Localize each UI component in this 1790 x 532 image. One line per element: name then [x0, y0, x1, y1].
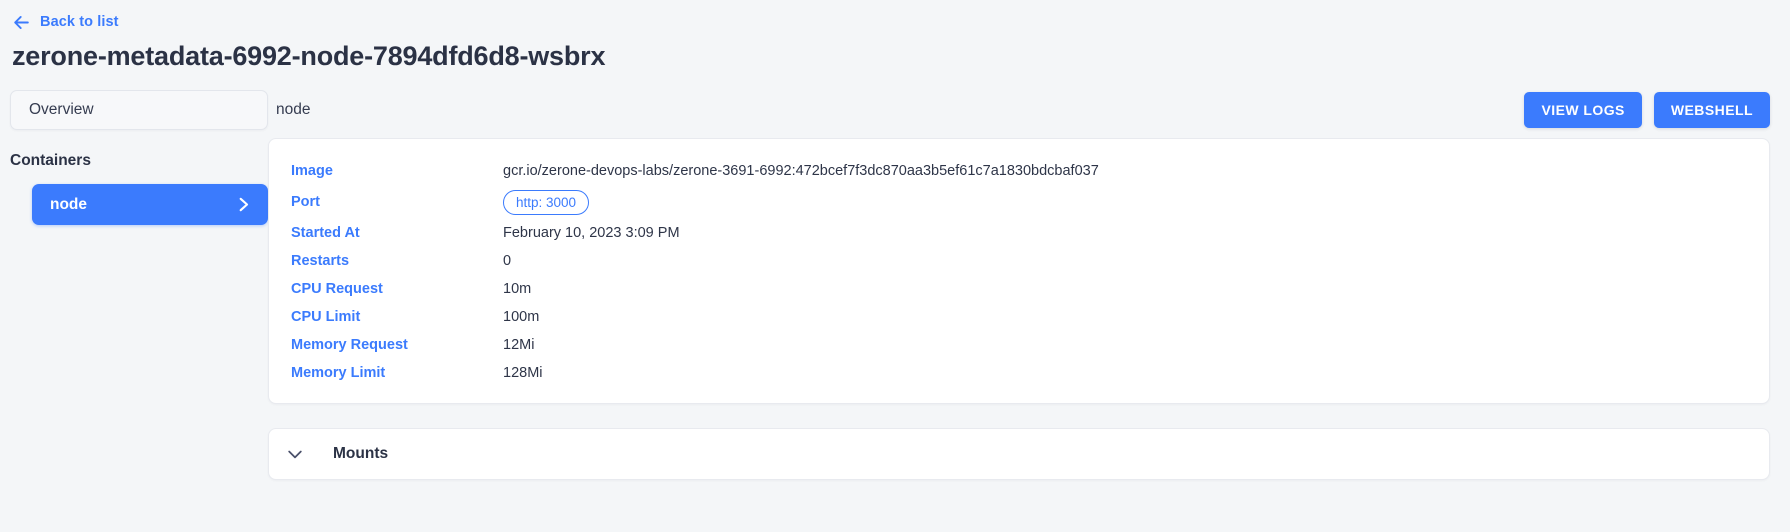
container-item-label: node [50, 195, 88, 213]
port-chip[interactable]: http: 3000 [503, 189, 590, 215]
view-logs-button[interactable]: VIEW LOGS [1524, 92, 1642, 129]
container-list: node [10, 184, 268, 226]
sidebar-item-node[interactable]: node [32, 184, 268, 226]
detail-value-restarts: 0 [503, 253, 512, 270]
chevron-down-icon[interactable] [285, 444, 305, 464]
detail-key: Started At [291, 225, 360, 242]
detail-key: Image [291, 163, 333, 180]
detail-value-started-at: February 10, 2023 3:09 PM [503, 225, 680, 242]
detail-value-cpu-request: 10m [503, 281, 532, 298]
arrow-left-icon [12, 13, 31, 32]
back-to-list-label: Back to list [40, 14, 119, 30]
back-to-list-link[interactable]: Back to list [12, 13, 119, 32]
header-actions: VIEW LOGS WEBSHELL [1524, 92, 1770, 129]
detail-key: Port [291, 194, 320, 211]
detail-row-port: Port http: 3000 [269, 185, 1769, 219]
detail-key: CPU Request [291, 281, 383, 298]
container-details-card: Image gcr.io/zerone-devops-labs/zerone-3… [268, 138, 1770, 405]
detail-key: Memory Limit [291, 365, 386, 382]
back-bar: Back to list [0, 0, 1790, 34]
content-title: node [276, 101, 311, 119]
detail-row-cpu-request: CPU Request 10m [269, 275, 1769, 303]
detail-row-restarts: Restarts 0 [269, 247, 1769, 275]
detail-value-cpu-limit: 100m [503, 309, 540, 326]
content-header: node VIEW LOGS WEBSHELL [268, 90, 1770, 130]
detail-key: Memory Request [291, 337, 408, 354]
overview-tab-label: Overview [29, 101, 94, 119]
detail-row-memory-request: Memory Request 12Mi [269, 331, 1769, 359]
containers-heading: Containers [10, 152, 91, 170]
content-panel: node VIEW LOGS WEBSHELL Image gcr.io/zer… [268, 90, 1790, 481]
sidebar-item-overview[interactable]: Overview [10, 90, 268, 131]
webshell-button[interactable]: WEBSHELL [1653, 92, 1770, 129]
detail-key: Restarts [291, 253, 350, 270]
detail-row-image: Image gcr.io/zerone-devops-labs/zerone-3… [269, 157, 1769, 185]
detail-row-cpu-limit: CPU Limit 100m [269, 303, 1769, 331]
page-title: zerone-metadata-6992-node-7894dfd6d8-wsb… [12, 41, 606, 71]
detail-value-image: gcr.io/zerone-devops-labs/zerone-3691-69… [503, 163, 1099, 180]
mounts-label: Mounts [333, 445, 389, 463]
main-layout: Overview Containers node node VIEW LOGS … [0, 90, 1790, 481]
chevron-right-icon [235, 196, 252, 213]
detail-key: CPU Limit [291, 309, 361, 326]
detail-row-started-at: Started At February 10, 2023 3:09 PM [269, 219, 1769, 247]
detail-value-port: http: 3000 [503, 189, 590, 215]
sidebar: Overview Containers node [0, 90, 268, 226]
detail-value-memory-request: 12Mi [503, 337, 535, 354]
mounts-accordion[interactable]: Mounts [268, 428, 1770, 481]
detail-value-memory-limit: 128Mi [503, 365, 543, 382]
detail-row-memory-limit: Memory Limit 128Mi [269, 359, 1769, 387]
